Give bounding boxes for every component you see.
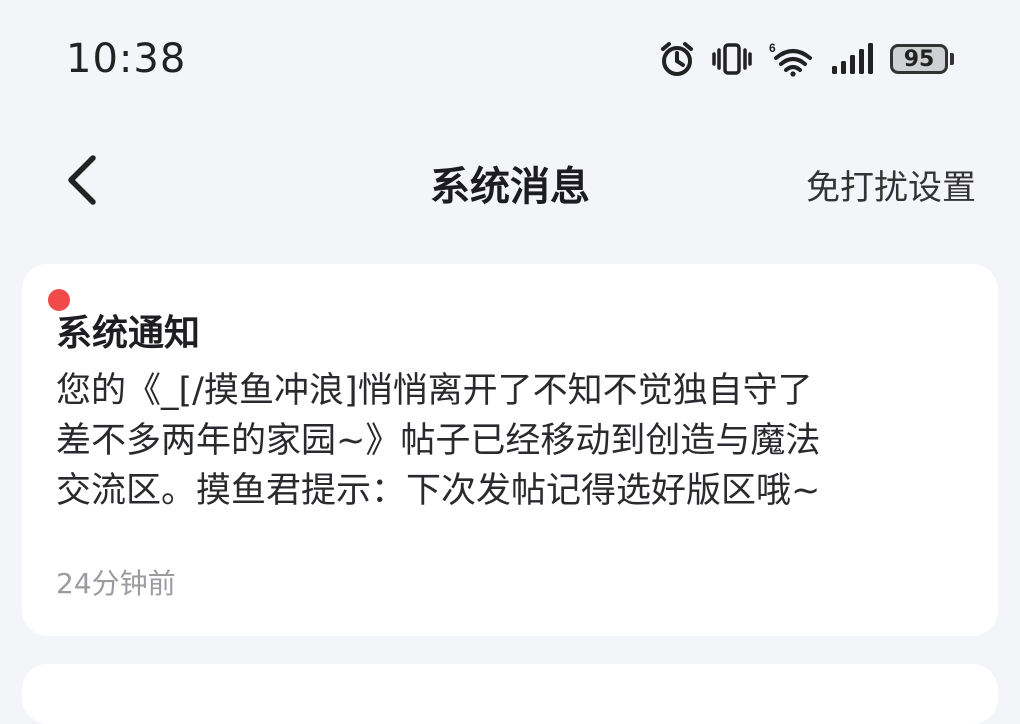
battery-tip [950,53,954,65]
message-title: 系统通知 [56,313,201,354]
message-card[interactable]: 系统通知 您的《_[/摸鱼冲浪]悄悄离开了不知不觉独自守了 差不多两年的家园~》… [22,264,998,636]
battery-level: 95 [890,44,948,74]
message-body: 您的《_[/摸鱼冲浪]悄悄离开了不知不觉独自守了 差不多两年的家园~》帖子已经移… [56,371,821,511]
header-bar: 系统消息 免打扰设置 [0,130,1020,234]
status-icons: 6 95 [658,38,954,80]
wifi-icon: 6 [768,40,814,78]
dnd-settings-link[interactable]: 免打扰设置 [806,160,976,209]
vibrate-icon [712,40,752,78]
alarm-icon [658,40,696,78]
status-bar: 10:38 6 95 [0,0,1020,120]
wifi-badge: 6 [769,41,776,55]
message-timestamp: 24分钟前 [56,567,176,600]
status-time: 10:38 [66,36,187,82]
signal-icon [830,40,874,78]
next-message-card[interactable] [22,664,998,724]
battery-icon: 95 [890,44,954,74]
